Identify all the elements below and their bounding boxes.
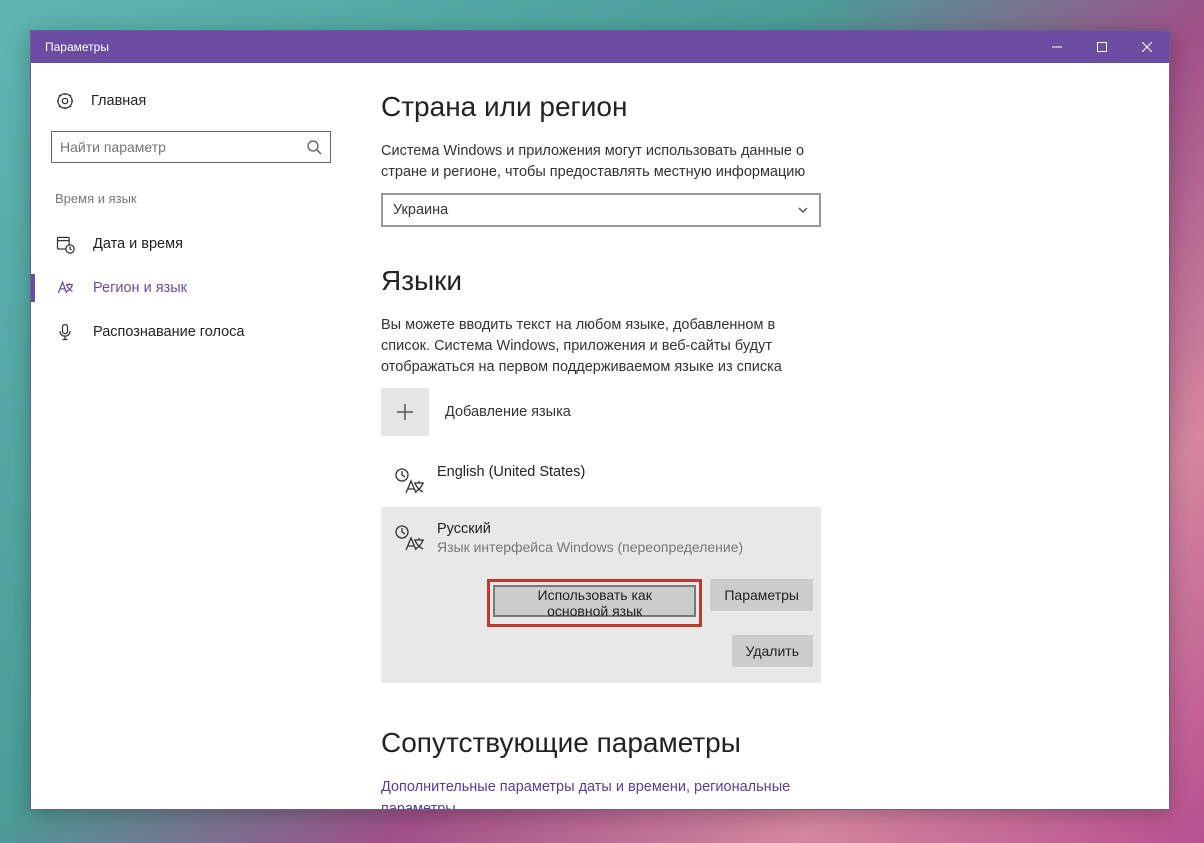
languages-heading: Языки bbox=[381, 265, 1129, 297]
search-box[interactable] bbox=[51, 131, 331, 163]
languages-description: Вы можете вводить текст на любом языке, … bbox=[381, 315, 821, 378]
language-icon bbox=[55, 278, 75, 298]
search-input[interactable] bbox=[60, 139, 306, 155]
language-actions: Использовать как основной язык Параметры… bbox=[437, 579, 813, 667]
window-title: Параметры bbox=[31, 40, 1034, 54]
remove-language-button[interactable]: Удалить bbox=[732, 635, 813, 667]
language-item-english[interactable]: English (United States) bbox=[381, 454, 821, 507]
set-default-button[interactable]: Использовать как основной язык bbox=[493, 585, 696, 617]
related-link[interactable]: Дополнительные параметры даты и времени,… bbox=[381, 777, 811, 809]
region-dropdown[interactable]: Украина bbox=[381, 193, 821, 227]
plus-icon bbox=[381, 388, 429, 436]
gear-icon bbox=[55, 91, 75, 111]
calendar-clock-icon bbox=[55, 234, 75, 254]
related-heading: Сопутствующие параметры bbox=[381, 727, 1129, 759]
sidebar: Главная Время и язык Дата и время bbox=[31, 63, 351, 809]
minimize-button[interactable] bbox=[1034, 31, 1079, 63]
search-icon bbox=[306, 139, 322, 155]
language-options-button[interactable]: Параметры bbox=[710, 579, 813, 611]
sidebar-item-label: Распознавание голоса bbox=[93, 324, 245, 340]
chevron-down-icon bbox=[797, 204, 809, 216]
close-button[interactable] bbox=[1124, 31, 1169, 63]
language-glyph-icon bbox=[389, 464, 429, 497]
sidebar-item-label: Регион и язык bbox=[93, 280, 187, 296]
home-button[interactable]: Главная bbox=[31, 87, 351, 131]
add-language-label: Добавление языка bbox=[445, 404, 571, 420]
languages-list: Добавление языка English (United States) bbox=[381, 388, 821, 683]
language-subtitle: Язык интерфейса Windows (переопределение… bbox=[437, 539, 813, 555]
language-item-russian[interactable]: Русский Язык интерфейса Windows (переопр… bbox=[381, 507, 821, 683]
window-controls bbox=[1034, 31, 1169, 63]
sidebar-item-date-time[interactable]: Дата и время bbox=[31, 222, 351, 266]
language-name: Русский bbox=[437, 521, 813, 537]
region-description: Система Windows и приложения могут испол… bbox=[381, 141, 821, 183]
titlebar: Параметры bbox=[31, 31, 1169, 63]
microphone-icon bbox=[55, 322, 75, 342]
highlight-annotation: Использовать как основной язык bbox=[487, 579, 702, 627]
maximize-button[interactable] bbox=[1079, 31, 1124, 63]
sidebar-item-region-language[interactable]: Регион и язык bbox=[31, 266, 351, 310]
region-heading: Страна или регион bbox=[381, 91, 1129, 123]
home-label: Главная bbox=[91, 93, 146, 109]
sidebar-item-speech[interactable]: Распознавание голоса bbox=[31, 310, 351, 354]
sidebar-section-label: Время и язык bbox=[31, 163, 351, 222]
sidebar-item-label: Дата и время bbox=[93, 236, 183, 252]
language-glyph-icon bbox=[389, 521, 429, 554]
region-dropdown-value: Украина bbox=[393, 202, 797, 218]
language-name: English (United States) bbox=[437, 464, 813, 480]
window-body: Главная Время и язык Дата и время bbox=[31, 63, 1169, 809]
main-content: Страна или регион Система Windows и прил… bbox=[351, 63, 1169, 809]
settings-window: Параметры Главная bbox=[30, 30, 1170, 810]
add-language-button[interactable]: Добавление языка bbox=[381, 388, 821, 436]
